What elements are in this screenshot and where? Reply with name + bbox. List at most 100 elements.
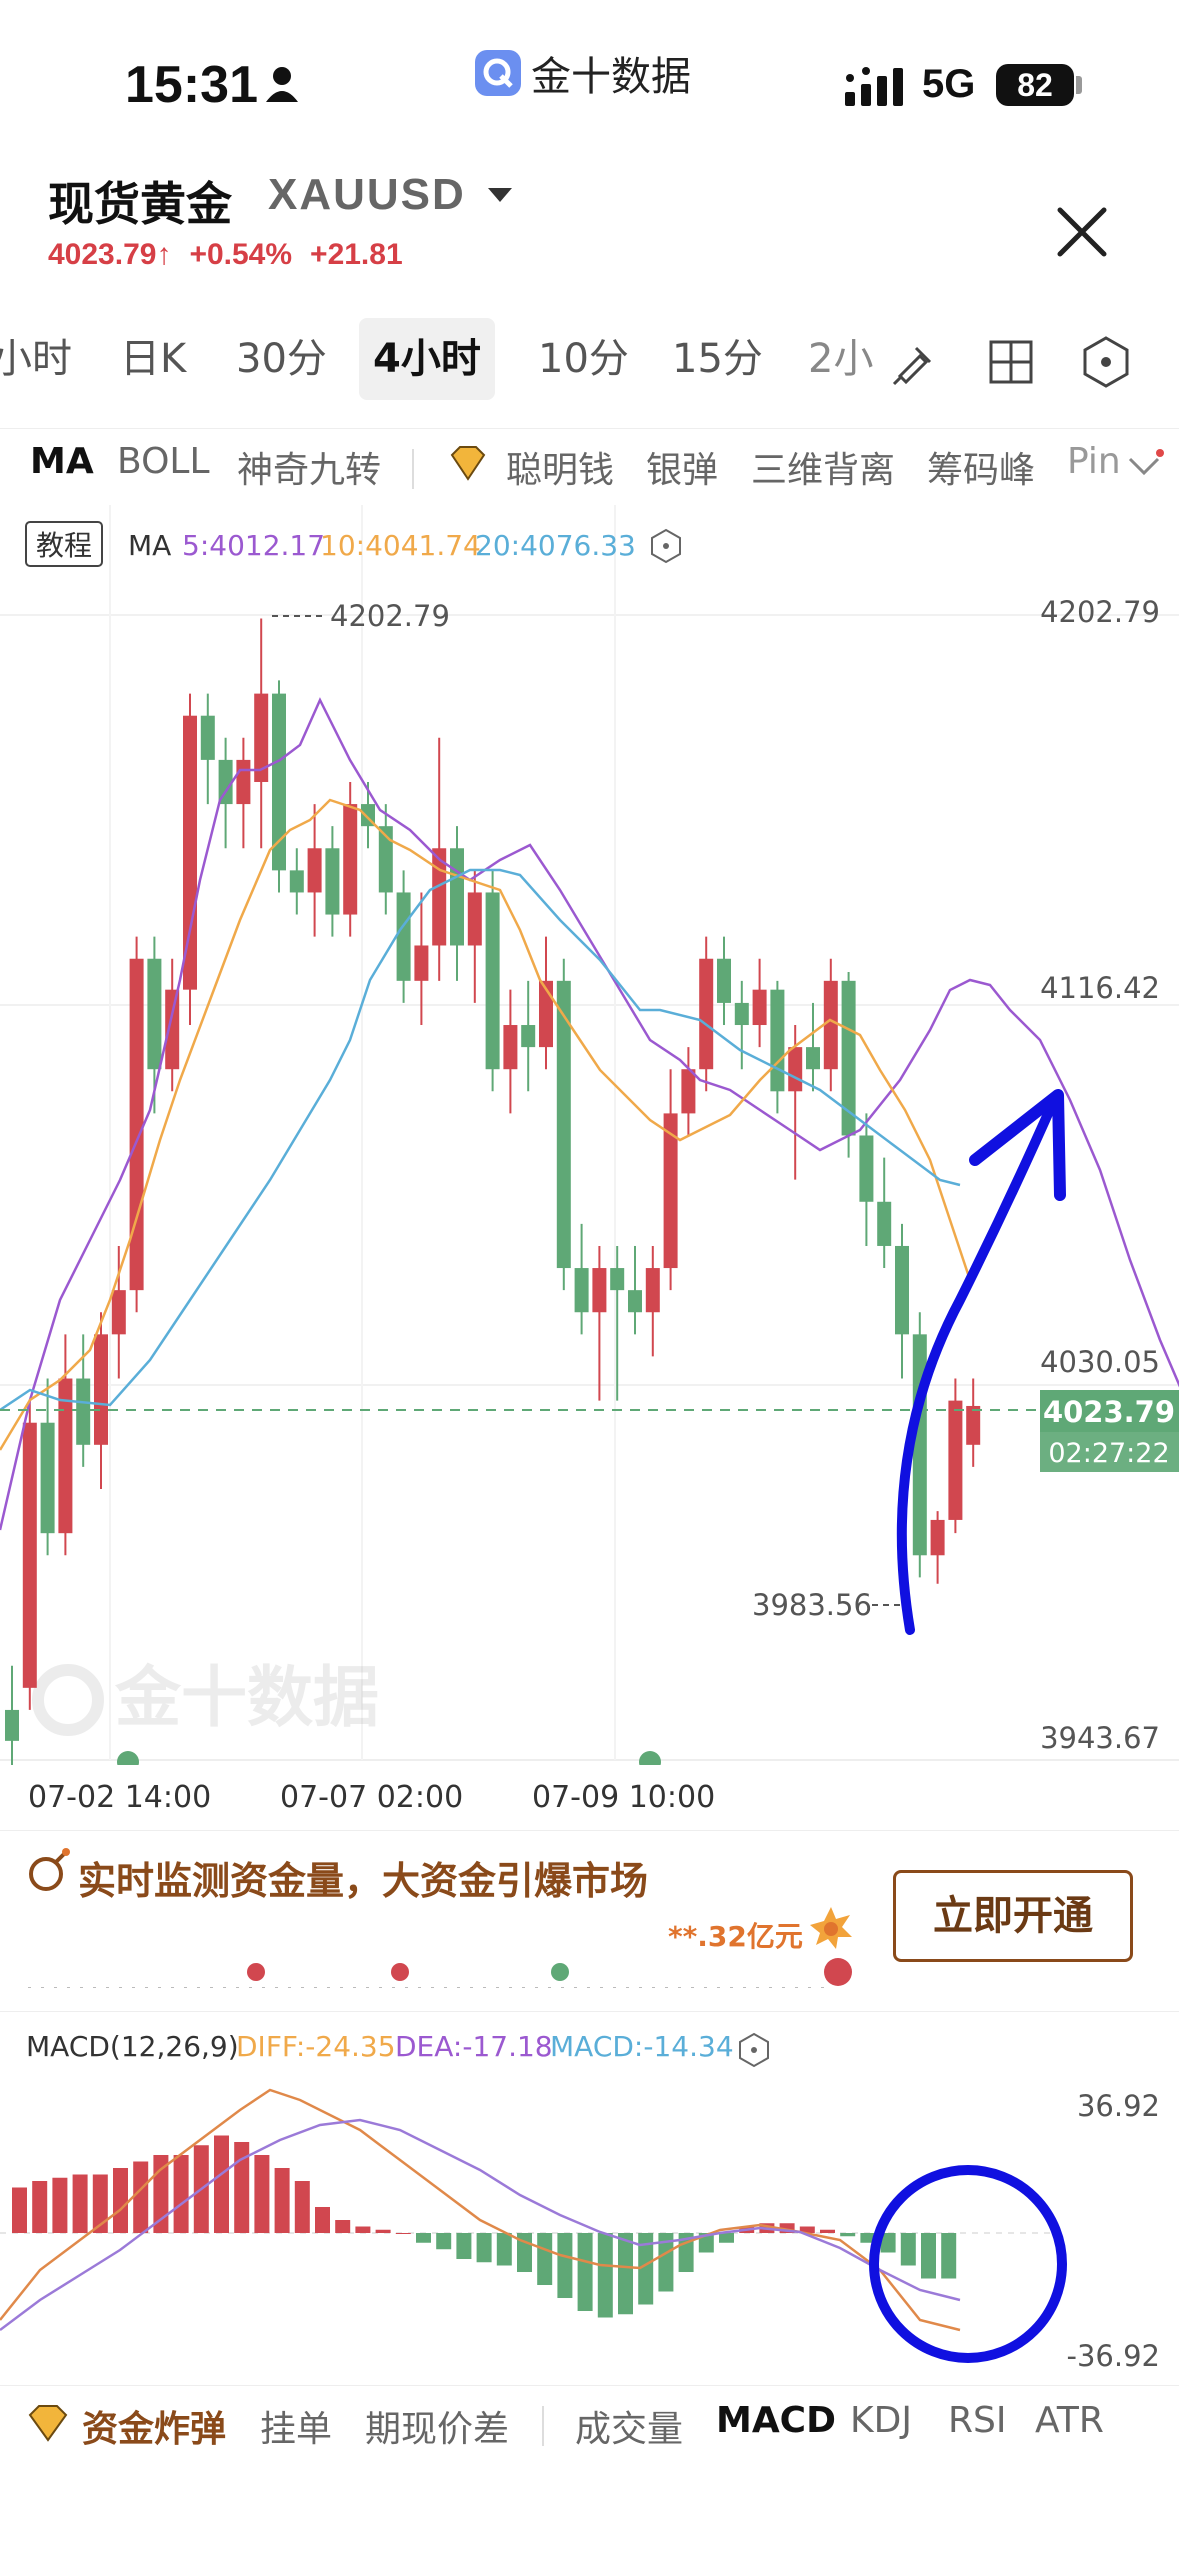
draw-tool-icon[interactable]	[886, 334, 942, 390]
status-bar: 15:31 金十数据 5G 82	[0, 0, 1179, 150]
high-marker: 4202.79	[330, 599, 450, 633]
tab-volume[interactable]: 成交量	[575, 2400, 683, 2452]
tab-boll[interactable]: BOLL	[117, 441, 210, 482]
macd-bar	[375, 2229, 391, 2233]
symbol-dropdown-icon[interactable]	[488, 188, 512, 202]
app-indicator: 金十数据	[475, 45, 691, 101]
macd-bar	[335, 2219, 351, 2233]
tab-1d[interactable]: 日K	[120, 318, 186, 400]
candle-body	[414, 945, 429, 981]
diamond-icon	[28, 2405, 68, 2442]
instrument-symbol[interactable]: XAUUSD	[268, 170, 466, 220]
macd-bar	[214, 2135, 229, 2233]
macd-dea: DEA:-17.18	[395, 2030, 553, 2063]
macd-bar	[52, 2177, 68, 2233]
promo-text: 实时监测资金量，大资金引爆市场	[78, 1859, 649, 1903]
macd-bar	[921, 2233, 936, 2279]
tab-fund-bomb[interactable]: 资金炸弹	[82, 2400, 226, 2452]
macd-tick: -36.92	[1067, 2339, 1161, 2373]
tab-pin[interactable]: Pin	[1067, 441, 1121, 482]
tab-2h[interactable]: 2小	[808, 318, 873, 400]
macd-bar	[496, 2233, 512, 2266]
macd-label: MACD(12,26,9)	[26, 2030, 239, 2063]
macd-settings-icon[interactable]	[739, 2032, 769, 2068]
tab-orders[interactable]: 挂单	[260, 2400, 332, 2452]
event-dot[interactable]	[639, 1751, 661, 1765]
last-price: 4023.79↑	[48, 238, 172, 271]
macd-bar	[294, 2180, 310, 2233]
candle-body	[521, 1025, 536, 1048]
tab-divergence[interactable]: 三维背离	[751, 441, 895, 493]
tab-macd[interactable]: MACD	[716, 2400, 836, 2441]
activate-button[interactable]: 立即开通	[893, 1870, 1133, 1962]
candle-body	[788, 1047, 803, 1092]
tab-divider	[412, 449, 414, 489]
explosion-icon	[810, 1907, 852, 1949]
period-tabs: 小时 日K 30分 4小时 10分 15分 2小	[0, 318, 1179, 406]
tab-1h[interactable]: 小时	[0, 318, 72, 400]
macd-diff: DIFF:-24.35	[236, 2030, 396, 2063]
tab-15m[interactable]: 15分	[672, 318, 763, 400]
tab-td9[interactable]: 神奇九转	[237, 441, 381, 493]
battery-level: 82	[1017, 67, 1053, 103]
change-absolute: +21.81	[310, 238, 403, 271]
candle-body	[76, 1378, 91, 1445]
candle-body	[325, 848, 340, 915]
bomb-icon	[29, 1848, 70, 1891]
tab-atr[interactable]: ATR	[1035, 2400, 1104, 2441]
candle-body	[129, 958, 144, 1291]
macd-bar	[254, 2154, 270, 2233]
event-dot[interactable]	[117, 1751, 139, 1765]
tab-30m[interactable]: 30分	[236, 318, 327, 400]
tab-chip-peak[interactable]: 筹码峰	[927, 441, 1035, 493]
tab-4h[interactable]: 4小时	[359, 318, 495, 400]
chevron-down-icon[interactable]	[1122, 449, 1166, 481]
candle-body	[467, 892, 482, 946]
price-quote: 4023.79↑ +0.54% +21.81	[48, 238, 403, 272]
candle-body	[22, 1422, 37, 1688]
macd-bar	[436, 2233, 452, 2250]
diamond-icon	[450, 446, 486, 481]
layout-grid-icon[interactable]	[983, 334, 1039, 390]
macd-bar	[72, 2174, 88, 2233]
ma20-legend: 20:4076.33	[475, 529, 636, 562]
candle-body	[681, 1069, 696, 1114]
candle-body	[40, 1422, 55, 1534]
macd-bar	[476, 2233, 492, 2263]
x-axis-label: 07-02 14:00	[28, 1780, 212, 1815]
tab-silver-bullet[interactable]: 银弹	[646, 441, 718, 493]
tab-rsi[interactable]: RSI	[948, 2400, 1006, 2441]
macd-bar	[274, 2167, 290, 2233]
tab-kdj[interactable]: KDJ	[850, 2400, 912, 2441]
candlestick-chart[interactable]: 金十数据 教程 MA 5:4012.17 10:4041.74 20:4076.…	[0, 505, 1179, 1765]
macd-bar	[597, 2233, 613, 2318]
candle-body	[236, 759, 251, 805]
tab-ma[interactable]: MA	[30, 441, 94, 482]
macd-bar	[537, 2233, 553, 2286]
tab-10m[interactable]: 10分	[538, 318, 629, 400]
candle-body	[94, 1334, 108, 1445]
svg-text:金十数据: 金十数据	[114, 1659, 379, 1736]
macd-bar	[618, 2233, 633, 2315]
candle-body	[930, 1519, 945, 1556]
candle-body	[895, 1245, 909, 1335]
close-icon[interactable]	[1050, 200, 1114, 264]
settings-hex-icon[interactable]	[1078, 334, 1134, 390]
countdown-tag-text: 02:27:22	[1048, 1438, 1169, 1469]
candle-body	[806, 1047, 820, 1070]
candle-body	[5, 1709, 19, 1741]
tab-basis[interactable]: 期现价差	[365, 2400, 509, 2452]
app-name: 金十数据	[531, 54, 691, 100]
current-price-tag-text: 4023.79	[1043, 1395, 1175, 1429]
candle-body	[628, 1290, 642, 1313]
macd-bar	[315, 2206, 330, 2233]
candle-body	[752, 989, 767, 1026]
candle-body	[877, 1201, 892, 1246]
ma-settings-icon[interactable]	[651, 528, 681, 564]
tab-smart-money[interactable]: 聪明钱	[506, 441, 614, 493]
macd-bar	[577, 2233, 593, 2312]
macd-chart[interactable]: MACD(12,26,9) DIFF:-24.35 DEA:-17.18 MAC…	[0, 2010, 1179, 2390]
candle-body	[111, 1290, 126, 1335]
tutorial-label[interactable]: 教程	[36, 529, 92, 562]
macd-value: MACD:-14.34	[550, 2030, 734, 2063]
